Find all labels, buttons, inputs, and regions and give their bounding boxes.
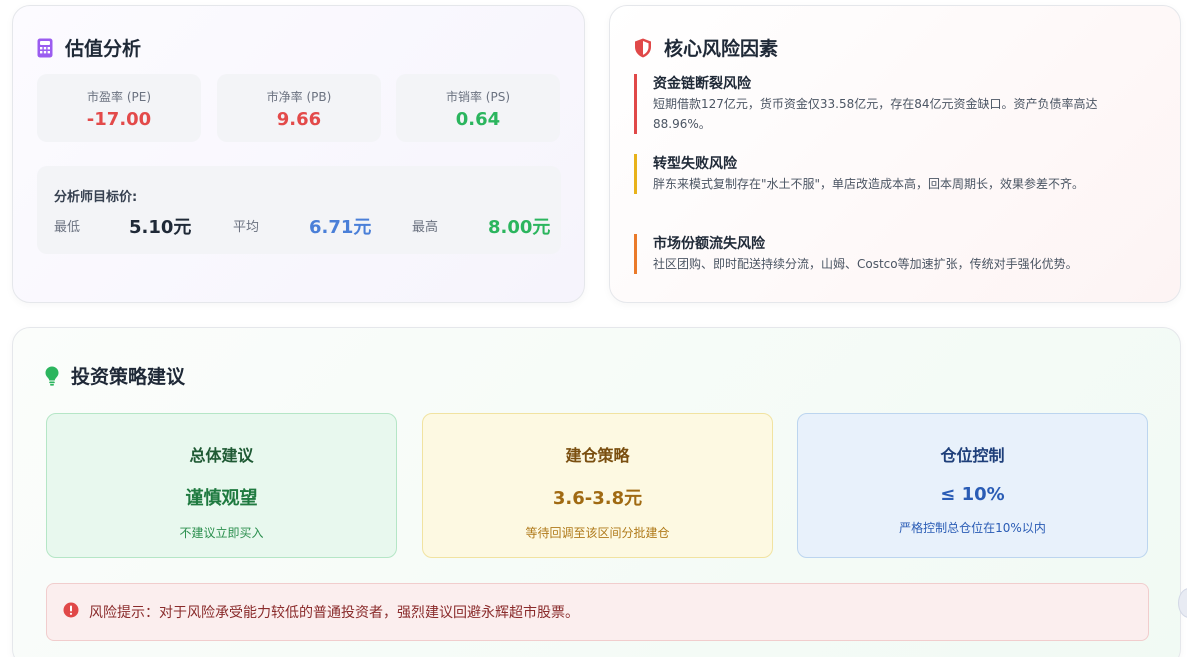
position-control-desc: 严格控制总仓位在10%以内 <box>899 521 1046 535</box>
strategy-title-text: 投资策略建议 <box>71 366 186 388</box>
alert-circle-icon <box>63 602 79 622</box>
risk-item-title: 资金链断裂风险 <box>653 76 751 92</box>
entry-strategy-heading: 建仓策略 <box>565 446 630 465</box>
pe-value: -17.00 <box>86 109 152 130</box>
entry-strategy-value: 3.6-3.8元 <box>552 488 643 509</box>
overall-advice-desc: 不建议立即买入 <box>179 526 264 540</box>
risk-warning-banner: 风险提示：对于风险承受能力较低的普通投资者，强烈建议回避永辉超市股票。 <box>46 583 1149 641</box>
overall-advice-heading: 总体建议 <box>189 446 254 465</box>
risk-title: 核心风险因素 <box>634 34 778 61</box>
ps-label: 市销率 (PS) <box>445 90 511 104</box>
target-high-label: 最高 <box>412 220 439 235</box>
position-control-box: 仓位控制 ≤ 10% 严格控制总仓位在10%以内 <box>797 413 1148 558</box>
target-avg-value: 6.71元 <box>309 217 372 238</box>
entry-strategy-desc: 等待回调至该区间分批建仓 <box>525 526 670 540</box>
pe-label: 市盈率 (PE) <box>87 90 151 104</box>
risk-item-transformation: 转型失败风险 胖东来模式复制存在"水土不服"，单店改造成本高，回本周期长，效果参… <box>634 154 1154 194</box>
shield-icon <box>634 38 652 58</box>
valuation-title-text: 估值分析 <box>65 38 142 60</box>
pb-label: 市净率 (PB) <box>266 90 332 104</box>
target-price-box: 分析师目标价: 最低 5.10元 平均 6.71元 最高 8.00元 <box>37 166 561 254</box>
pe-metric: 市盈率 (PE) -17.00 <box>37 74 201 142</box>
overall-advice-value: 谨慎观望 <box>185 488 258 509</box>
target-low-label: 最低 <box>54 220 81 235</box>
risk-item-title: 转型失败风险 <box>653 156 737 172</box>
ps-metric: 市销率 (PS) 0.64 <box>396 74 560 142</box>
risk-title-text: 核心风险因素 <box>664 38 779 60</box>
valuation-card: 估值分析 市盈率 (PE) -17.00 市净率 (PB) 9.66 市销率 (… <box>12 5 585 303</box>
target-price-header: 分析师目标价: <box>54 190 138 205</box>
risk-warning-text: 风险提示：对于风险承受能力较低的普通投资者，强烈建议回避永辉超市股票。 <box>89 605 579 621</box>
pb-value: 9.66 <box>276 109 322 130</box>
risk-item-funding: 资金链断裂风险 短期借款127亿元，货币资金仅33.58亿元，存在84亿元资金缺… <box>634 74 1154 134</box>
position-control-value: ≤ 10% <box>940 484 1005 505</box>
entry-strategy-box: 建仓策略 3.6-3.8元 等待回调至该区间分批建仓 <box>422 413 773 558</box>
calculator-icon <box>37 38 53 58</box>
risk-item-desc: 短期借款127亿元，货币资金仅33.58亿元，存在84亿元资金缺口。资产负债率高… <box>653 97 1098 131</box>
risk-item-market-share: 市场份额流失风险 社区团购、即时配送持续分流，山姆、Costco等加速扩张，传统… <box>634 234 1154 274</box>
overall-advice-box: 总体建议 谨慎观望 不建议立即买入 <box>46 413 397 558</box>
lightbulb-icon <box>45 366 59 386</box>
ps-value: 0.64 <box>455 109 501 130</box>
strategy-card: 投资策略建议 总体建议 谨慎观望 不建议立即买入 建仓策略 3.6-3.8元 等… <box>12 327 1181 657</box>
strategy-title: 投资策略建议 <box>45 362 185 389</box>
risk-item-desc: 胖东来模式复制存在"水土不服"，单店改造成本高，回本周期长，效果参差不齐。 <box>653 177 1085 191</box>
target-high-value: 8.00元 <box>488 217 551 238</box>
pb-metric: 市净率 (PB) 9.66 <box>217 74 381 142</box>
valuation-title: 估值分析 <box>37 34 141 61</box>
target-avg-label: 平均 <box>233 220 260 235</box>
target-low-value: 5.10元 <box>129 217 192 238</box>
position-control-heading: 仓位控制 <box>940 446 1005 465</box>
risk-item-desc: 社区团购、即时配送持续分流，山姆、Costco等加速扩张，传统对手强化优势。 <box>653 257 1078 271</box>
risk-card: 核心风险因素 资金链断裂风险 短期借款127亿元，货币资金仅33.58亿元，存在… <box>609 5 1181 303</box>
risk-item-title: 市场份额流失风险 <box>653 236 765 252</box>
